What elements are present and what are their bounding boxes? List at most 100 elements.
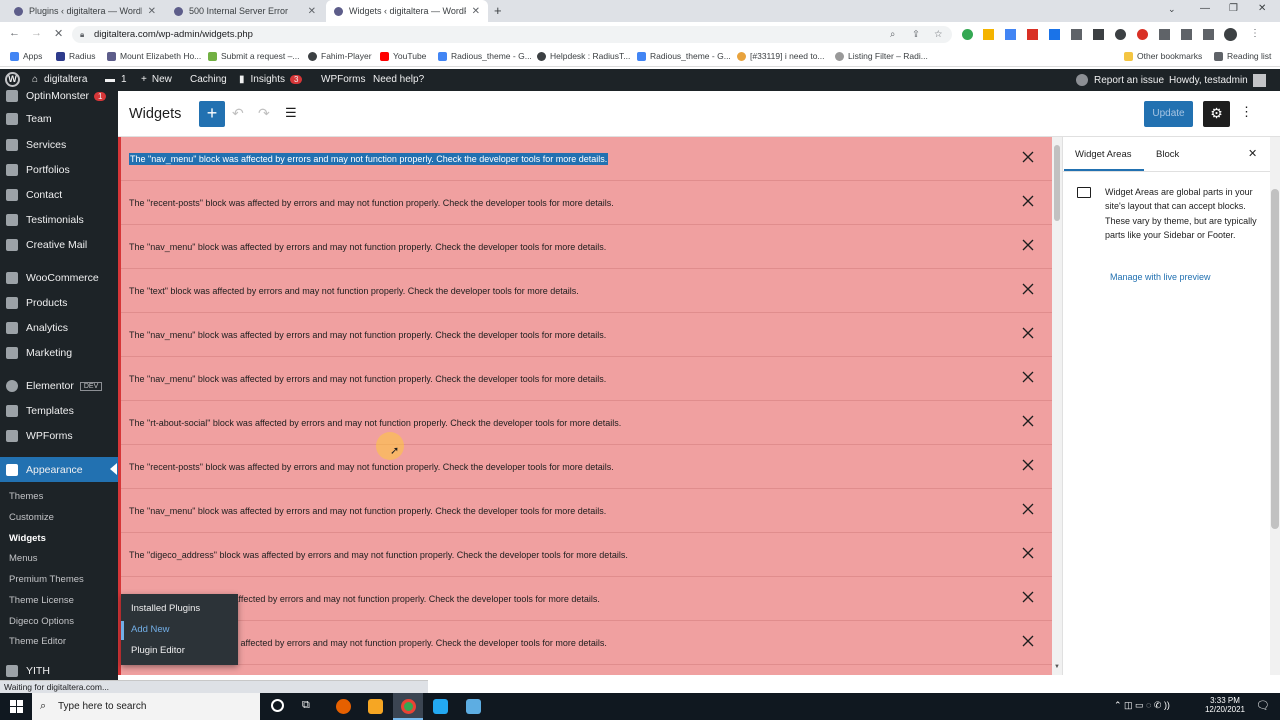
sidebar-item-services[interactable]: Services (0, 133, 118, 157)
sidebar-item-contact[interactable]: Contact (0, 183, 118, 207)
submenu-widgets[interactable]: Widgets (9, 533, 46, 544)
submenu-theme-editor[interactable]: Theme Editor (9, 636, 66, 647)
undo-icon[interactable]: ↶ (232, 105, 244, 122)
bookmark-item[interactable]: Mount Elizabeth Ho... (107, 51, 201, 61)
extension-icon[interactable] (1071, 29, 1082, 40)
bookmark-item[interactable]: Radius (56, 51, 95, 61)
extension-icon[interactable] (1093, 29, 1104, 40)
task-view-icon[interactable]: ⧉ (302, 699, 310, 712)
restore-icon[interactable]: ❐ (1229, 3, 1238, 14)
extension-icon[interactable] (1159, 29, 1170, 40)
bookmark-other[interactable]: Other bookmarks (1124, 51, 1202, 61)
dismiss-close-icon[interactable] (1021, 546, 1035, 560)
report-issue-link[interactable]: Report an issue (1076, 74, 1164, 86)
sidebar-item-team[interactable]: Team (0, 107, 118, 131)
new-tab-button[interactable]: + (494, 3, 502, 18)
wpforms-menu[interactable]: WPForms (321, 74, 365, 85)
address-bar[interactable]: 🔒︎ digitaltera.com/wp-admin/widgets.php … (72, 26, 952, 43)
chrome-taskbar-button[interactable] (393, 693, 423, 720)
extension-icon[interactable] (983, 29, 994, 40)
close-tab-icon[interactable]: ✕ (148, 6, 156, 17)
notification-icon[interactable]: 🗨︎ (1256, 699, 1270, 712)
dismiss-close-icon[interactable] (1021, 458, 1035, 472)
dismiss-close-icon[interactable] (1021, 194, 1035, 208)
editor-scrollbar[interactable]: ▼ (1052, 137, 1062, 675)
reading-mode-icon[interactable] (1203, 29, 1214, 40)
system-tray-icons[interactable]: ⌃ ◫ ▭ ◌ ✆ )) (1114, 700, 1170, 711)
bookmark-apps[interactable]: Apps (10, 51, 42, 61)
redo-icon[interactable]: ↷ (258, 105, 270, 122)
dismiss-close-icon[interactable] (1021, 326, 1035, 340)
sidebar-item-creative-mail[interactable]: Creative Mail (0, 233, 118, 257)
settings-gear-icon[interactable]: ⚙ (1203, 101, 1230, 127)
extension-icon[interactable] (1115, 29, 1126, 40)
close-tab-icon[interactable]: ✕ (472, 6, 480, 17)
cortana-icon[interactable] (271, 699, 284, 712)
extension-icon[interactable] (1005, 29, 1016, 40)
scrollbar-thumb[interactable] (1271, 189, 1279, 529)
submenu-themes[interactable]: Themes (9, 491, 43, 502)
browser-tab-active[interactable]: Widgets ‹ digitaltera — WordPre ✕ (326, 0, 488, 22)
stop-loading-icon[interactable]: ✕ (54, 27, 63, 40)
sidebar-item-analytics[interactable]: Analytics (0, 316, 118, 340)
bookmark-item[interactable]: Fahim-Player (308, 51, 372, 61)
submenu-theme-license[interactable]: Theme License (9, 595, 74, 606)
sidebar-item-wpforms[interactable]: WPForms (0, 424, 118, 448)
browser-tab[interactable]: 500 Internal Server Error ✕ (166, 0, 324, 22)
list-view-icon[interactable]: ☰ (285, 105, 297, 121)
manage-live-preview-link[interactable]: Manage with live preview (1110, 272, 1211, 282)
share-icon[interactable]: ⇪ (912, 26, 920, 43)
dismiss-close-icon[interactable] (1021, 150, 1035, 164)
back-icon[interactable]: ← (9, 27, 20, 39)
minimize-icon[interactable]: — (1200, 3, 1210, 14)
add-block-button[interactable]: + (199, 101, 225, 127)
dismiss-close-icon[interactable] (1021, 370, 1035, 384)
puzzle-extensions-icon[interactable] (1181, 29, 1192, 40)
clock[interactable]: 3:33 PM 12/20/2021 (1202, 696, 1248, 714)
scroll-down-arrow-icon[interactable]: ▼ (1054, 664, 1060, 670)
flyout-add-new[interactable]: Add New (131, 624, 170, 635)
sidebar-item-appearance[interactable]: Appearance (0, 457, 118, 482)
submenu-premium-themes[interactable]: Premium Themes (9, 574, 84, 585)
flyout-installed-plugins[interactable]: Installed Plugins (131, 603, 200, 614)
bookmark-item[interactable]: Submit a request –... (208, 51, 299, 61)
bookmark-item[interactable]: Helpdesk : RadiusT... (537, 51, 630, 61)
caching-menu[interactable]: Caching (190, 74, 227, 85)
help-menu[interactable]: Need help? (373, 74, 424, 85)
close-panel-icon[interactable]: ✕ (1248, 147, 1257, 160)
dismiss-close-icon[interactable] (1021, 502, 1035, 516)
submenu-menus[interactable]: Menus (9, 553, 38, 564)
submenu-digeco-options[interactable]: Digeco Options (9, 616, 74, 627)
extension-icon[interactable] (962, 29, 973, 40)
sidebar-item-optinmonster[interactable]: OptinMonster 1 (0, 84, 118, 108)
page-scrollbar[interactable] (1270, 137, 1280, 675)
sidebar-item-products[interactable]: Products (0, 291, 118, 315)
sidebar-item-testimonials[interactable]: Testimonials (0, 208, 118, 232)
insights-menu[interactable]: ▮ Insights 3 (239, 74, 303, 85)
sidebar-item-portfolios[interactable]: Portfolios (0, 158, 118, 182)
dismiss-close-icon[interactable] (1021, 634, 1035, 648)
chrome-menu-icon[interactable]: ⋮ (1250, 28, 1260, 39)
account-menu[interactable]: Howdy, testadmin (1169, 74, 1266, 87)
dismiss-close-icon[interactable] (1021, 590, 1035, 604)
dismiss-close-icon[interactable] (1021, 282, 1035, 296)
sidebar-item-elementor[interactable]: Elementor DEV (0, 374, 118, 398)
notepad-icon[interactable] (466, 699, 481, 714)
tab-widget-areas[interactable]: Widget Areas (1075, 149, 1132, 160)
bookmark-item[interactable]: Radious_theme - G... (438, 51, 532, 61)
extension-icon[interactable] (1137, 29, 1148, 40)
bookmark-item[interactable]: YouTube (380, 51, 426, 61)
firefox-icon[interactable] (336, 699, 351, 714)
extension-icon[interactable] (1027, 29, 1038, 40)
bookmark-item[interactable]: [#33119] i need to... (737, 51, 825, 61)
vscode-icon[interactable] (433, 699, 448, 714)
profile-avatar[interactable] (1224, 28, 1237, 41)
sidebar-item-marketing[interactable]: Marketing (0, 341, 118, 365)
windows-start-icon[interactable] (10, 700, 23, 713)
star-icon[interactable]: ☆ (934, 26, 943, 43)
new-content-menu[interactable]: + New (141, 74, 172, 85)
flyout-plugin-editor[interactable]: Plugin Editor (131, 645, 185, 656)
dismiss-close-icon[interactable] (1021, 238, 1035, 252)
update-button[interactable]: Update (1144, 101, 1193, 127)
dismiss-close-icon[interactable] (1021, 414, 1035, 428)
